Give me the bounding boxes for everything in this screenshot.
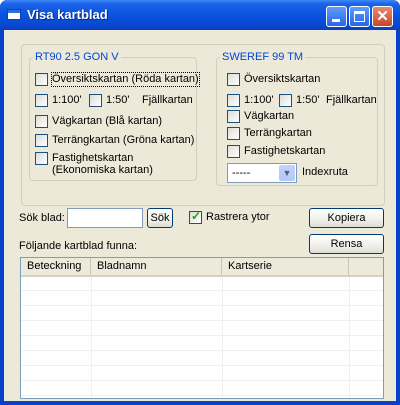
checkbox-label: 1:50' (106, 94, 130, 106)
indexruta-select-value: ----- (232, 167, 251, 179)
results-list-header: Beteckning Bladnamn Kartserie (21, 258, 383, 277)
checkbox-box[interactable] (35, 73, 48, 86)
sweref-fjallkartan-label: Fjällkartan (326, 94, 377, 106)
results-list[interactable]: Beteckning Bladnamn Kartserie (20, 257, 384, 399)
maximize-icon (354, 11, 365, 22)
checkbox-label: Översiktskartan (Röda kartan) (51, 72, 200, 87)
checkbox-box[interactable] (227, 145, 240, 158)
checkbox-label: Översiktskartan (244, 73, 321, 85)
rt90-1-100-checkbox[interactable]: 1:100' (35, 94, 82, 107)
checkbox-box[interactable] (227, 73, 240, 86)
minimize-button[interactable] (326, 6, 347, 27)
rastrera-ytor-checkbox[interactable]: Rastrera ytor (189, 209, 270, 224)
results-label: Följande kartblad funna: (19, 240, 138, 252)
checkbox-label: Rastrera ytor (206, 211, 270, 223)
grid-row (21, 322, 383, 336)
results-list-body[interactable] (21, 277, 383, 398)
rt90-group-legend: RT90 2.5 GON V (35, 51, 119, 63)
rt90-vagkartan-checkbox[interactable]: Vägkartan (Blå kartan) (35, 115, 162, 128)
checkbox-box[interactable] (227, 94, 240, 107)
checkbox-box[interactable] (279, 94, 292, 107)
maximize-button[interactable] (349, 6, 370, 27)
indexruta-label: Indexruta (302, 166, 348, 178)
search-input[interactable] (67, 208, 143, 228)
grid-row (21, 352, 383, 366)
checkbox-label: Fastighetskartan (244, 145, 326, 157)
close-icon: ✕ (376, 8, 389, 25)
rt90-oversiktskartan-checkbox[interactable]: Översiktskartan (Röda kartan) (35, 72, 200, 87)
title-bar[interactable]: Visa kartblad ✕ (0, 0, 400, 30)
rt90-terrangkartan-checkbox[interactable]: Terrängkartan (Gröna kartan) (35, 134, 194, 147)
sweref-vagkartan-checkbox[interactable]: Vägkartan (227, 110, 294, 123)
rt90-1-50-checkbox[interactable]: 1:50' (89, 94, 130, 107)
sweref-1-50-checkbox[interactable]: 1:50' (279, 94, 320, 107)
close-button[interactable]: ✕ (372, 6, 393, 27)
checkbox-box[interactable] (227, 127, 240, 140)
search-button[interactable]: Sök (147, 208, 173, 228)
dialog-client-area: RT90 2.5 GON V Översiktskartan (Röda kar… (4, 30, 396, 401)
clear-button[interactable]: Rensa (309, 234, 384, 254)
grid-row (21, 382, 383, 396)
checkbox-box[interactable] (227, 110, 240, 123)
sweref-1-100-checkbox[interactable]: 1:100' (227, 94, 274, 107)
checkbox-label: Vägkartan (244, 110, 295, 122)
checkbox-label: Fastighetskartan (Ekonomiska kartan) (52, 152, 153, 176)
grid-row (21, 367, 383, 381)
sweref-fastighetskartan-checkbox[interactable]: Fastighetskartan (227, 145, 325, 158)
grid-row (21, 307, 383, 321)
checkbox-label: 1:100' (52, 94, 82, 106)
checkbox-box[interactable] (35, 134, 48, 147)
window-app-icon (7, 9, 21, 20)
window-title: Visa kartblad (27, 7, 108, 22)
app-window: Visa kartblad ✕ RT90 2.5 GON V Översikts… (0, 0, 400, 405)
checkbox-box[interactable] (35, 94, 48, 107)
rt90-fjallkartan-label: Fjällkartan (142, 94, 193, 106)
checkbox-label: 1:50' (296, 94, 320, 106)
checkbox-label: Vägkartan (Blå kartan) (52, 115, 163, 127)
minimize-icon (332, 19, 340, 22)
checkbox-label: 1:100' (244, 94, 274, 106)
rt90-fastighetskartan-checkbox[interactable]: Fastighetskartan (Ekonomiska kartan) (35, 152, 184, 176)
indexruta-select[interactable]: ----- ▼ (227, 163, 297, 183)
sweref-oversiktskartan-checkbox[interactable]: Översiktskartan (227, 73, 320, 86)
chevron-down-icon[interactable]: ▼ (279, 165, 295, 181)
sweref-terrangkartan-checkbox[interactable]: Terrängkartan (227, 127, 312, 140)
column-header-kartserie[interactable]: Kartserie (222, 258, 349, 275)
copy-button[interactable]: Kopiera (309, 208, 384, 228)
column-header-beteckning[interactable]: Beteckning (21, 258, 91, 275)
grid-row (21, 277, 383, 291)
checkbox-label: Terrängkartan (244, 127, 312, 139)
checkbox-box[interactable] (35, 152, 48, 165)
checkbox-label: Terrängkartan (Gröna kartan) (52, 134, 195, 146)
grid-row (21, 292, 383, 306)
checkbox-box[interactable] (89, 94, 102, 107)
search-label: Sök blad: (19, 212, 65, 224)
checkbox-box[interactable] (35, 115, 48, 128)
checkbox-box[interactable] (189, 209, 202, 224)
grid-row (21, 337, 383, 351)
sweref-group-legend: SWEREF 99 TM (222, 51, 304, 63)
column-header-bladnamn[interactable]: Bladnamn (91, 258, 222, 275)
